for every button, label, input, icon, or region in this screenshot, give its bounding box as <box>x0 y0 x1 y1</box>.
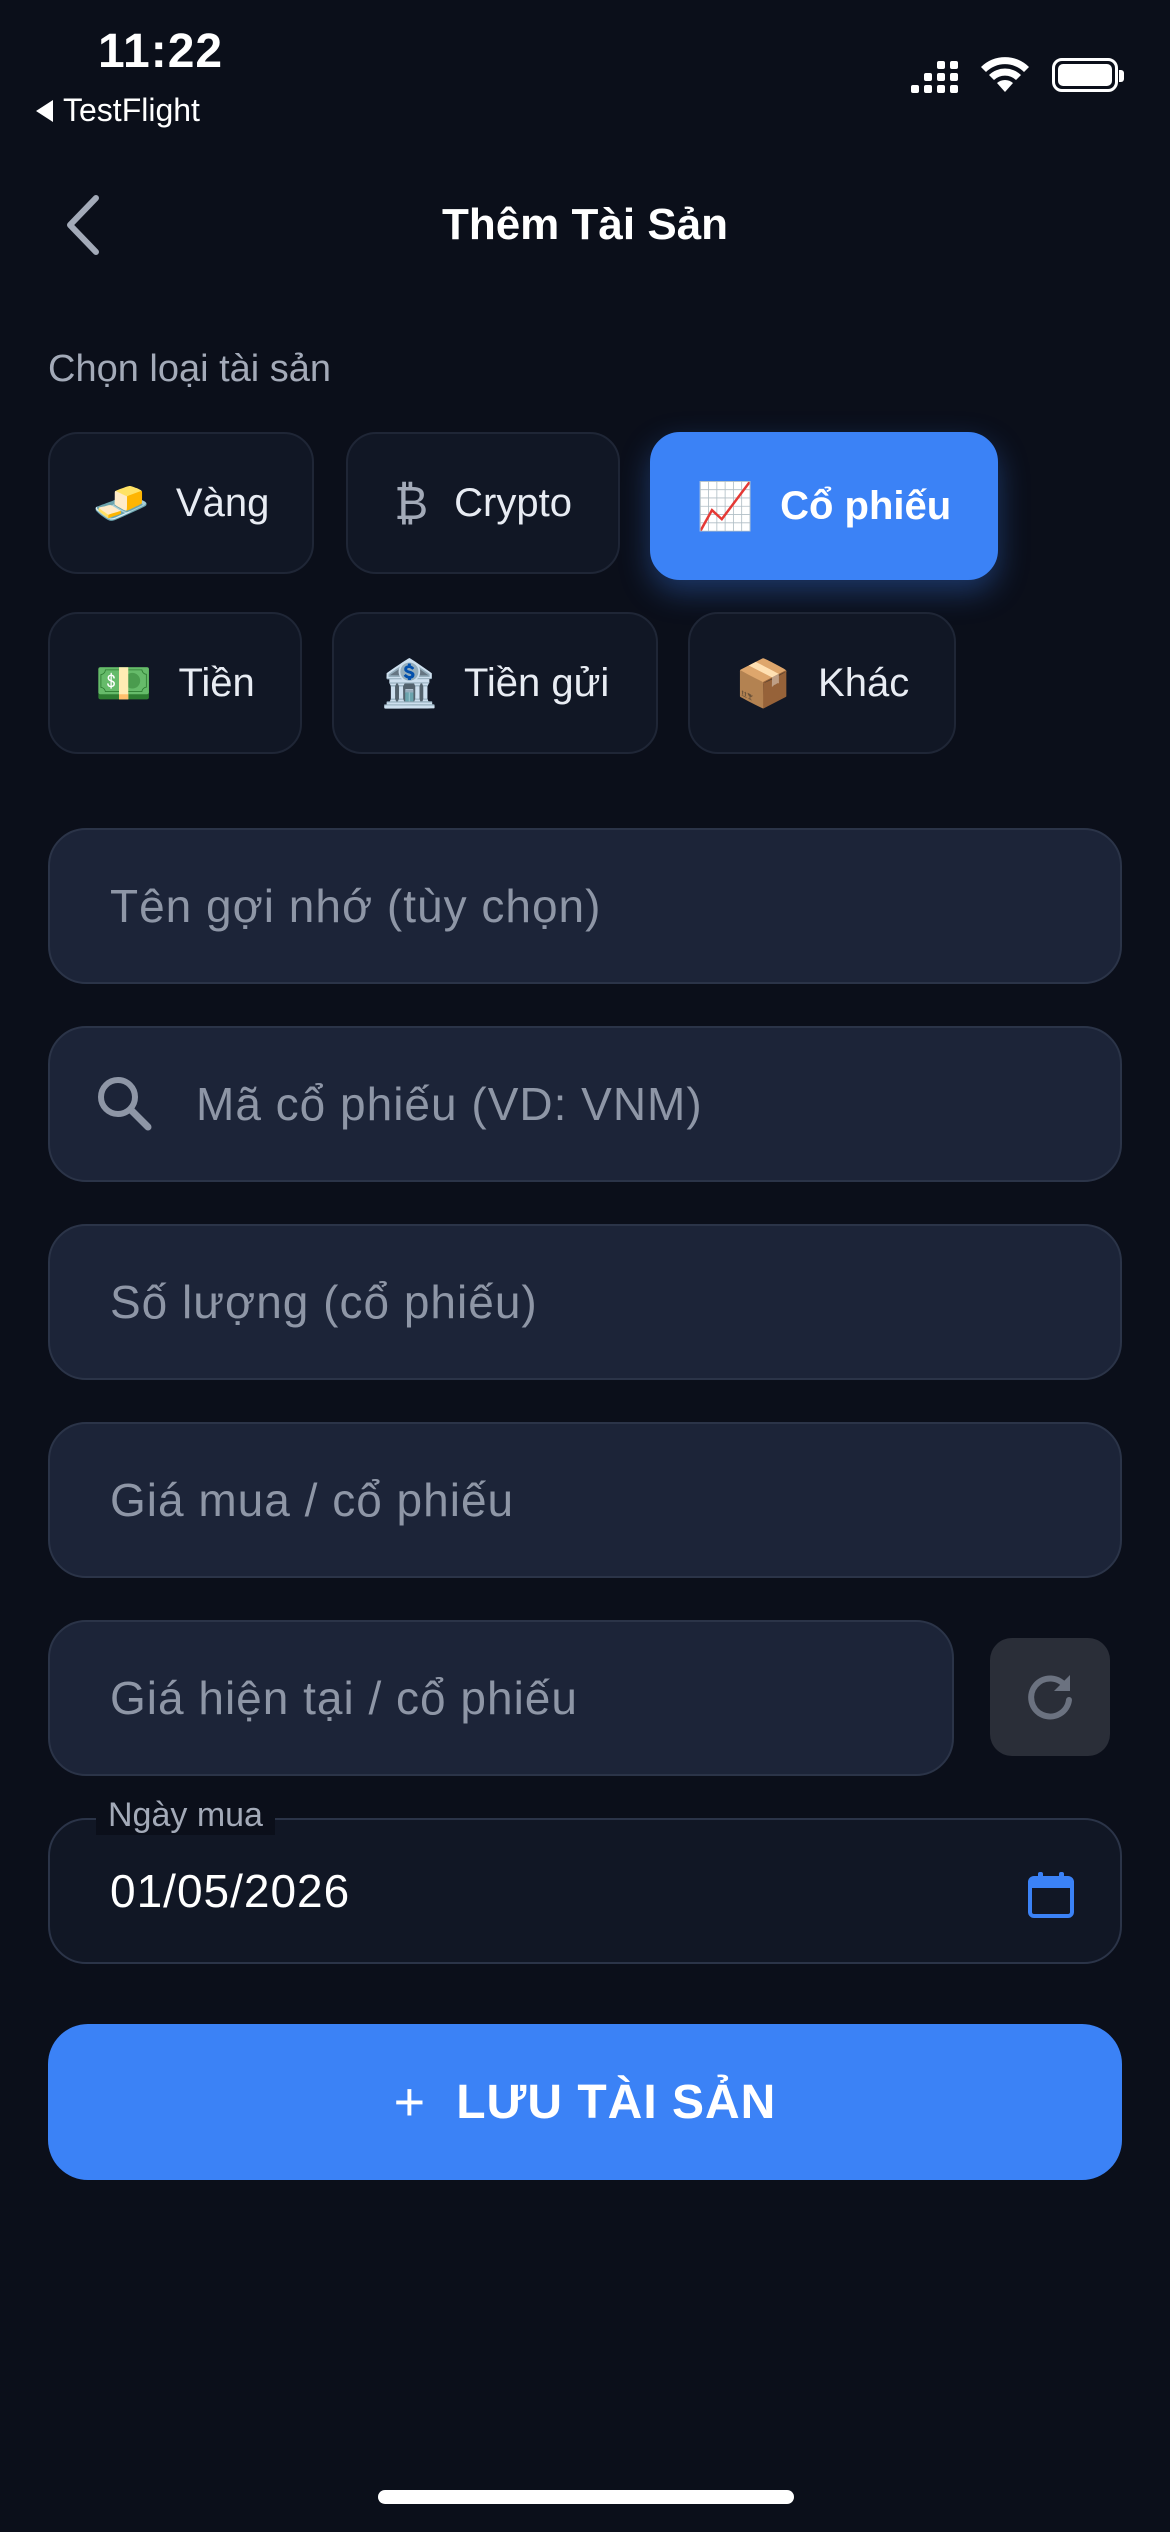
asset-type-label-gold: Vàng <box>175 480 270 525</box>
plus-icon: + <box>393 2072 427 2132</box>
asset-type-label-cash: Tiền <box>178 660 255 705</box>
asset-type-stock[interactable]: 📈 Cổ phiếu <box>650 432 998 580</box>
ticker-search-input[interactable]: Mã cổ phiếu (VD: VNM) <box>48 1026 1122 1182</box>
nickname-input[interactable]: Tên gợi nhớ (tùy chọn) <box>48 828 1122 984</box>
back-triangle-icon <box>36 99 53 122</box>
battery-icon <box>1052 58 1124 92</box>
asset-type-deposit[interactable]: 🏦 Tiền gửi <box>332 612 658 754</box>
purchase-date-value: 01/05/2026 <box>110 1865 351 1917</box>
cellular-signal-icon <box>911 57 958 93</box>
package-icon: 📦 <box>734 657 793 709</box>
buy-price-placeholder: Giá mua / cổ phiếu <box>110 1474 515 1526</box>
chart-increasing-icon: 📈 <box>696 480 755 532</box>
quantity-input[interactable]: Số lượng (cổ phiếu) <box>48 1224 1122 1380</box>
refresh-icon <box>1028 1675 1072 1720</box>
asset-type-crypto[interactable]: ₿ Crypto <box>346 432 620 574</box>
asset-type-gold[interactable]: 🧈 Vàng <box>48 432 314 574</box>
purchase-date-field[interactable]: 01/05/2026 <box>48 1818 1122 1964</box>
back-app-label: TestFlight <box>63 92 200 128</box>
asset-type-label-deposit: Tiền gửi <box>463 660 610 705</box>
back-to-app-link[interactable]: TestFlight <box>36 92 200 129</box>
asset-type-other[interactable]: 📦 Khác <box>688 612 956 754</box>
asset-type-cash[interactable]: 💵 Tiền <box>48 612 302 754</box>
status-time: 11:22 <box>98 25 224 78</box>
page-title: Thêm Tài Sản <box>441 200 729 249</box>
search-icon <box>98 1077 152 1131</box>
current-price-input[interactable]: Giá hiện tại / cổ phiếu <box>48 1620 954 1776</box>
refresh-price-button[interactable] <box>990 1638 1110 1756</box>
buy-price-input[interactable]: Giá mua / cổ phiếu <box>48 1422 1122 1578</box>
purchase-date-label: Ngày mua <box>96 1796 275 1835</box>
save-asset-label: LƯU TÀI SẢN <box>456 2075 777 2129</box>
money-icon: 💵 <box>95 657 153 709</box>
asset-type-label-stock: Cổ phiếu <box>780 483 952 528</box>
current-price-placeholder: Giá hiện tại / cổ phiếu <box>110 1672 578 1724</box>
nickname-placeholder: Tên gợi nhớ (tùy chọn) <box>110 880 602 932</box>
gold-bars-icon: 🧈 <box>92 477 150 529</box>
wifi-icon <box>981 57 1029 92</box>
asset-type-label-other: Khác <box>818 660 910 705</box>
save-asset-button[interactable]: + LƯU TÀI SẢN <box>48 2024 1122 2180</box>
bank-icon: 🏦 <box>380 657 438 709</box>
quantity-placeholder: Số lượng (cổ phiếu) <box>110 1276 538 1328</box>
asset-type-label: Chọn loại tài sản <box>48 348 332 390</box>
home-indicator[interactable] <box>378 2490 794 2504</box>
ticker-placeholder: Mã cổ phiếu (VD: VNM) <box>196 1078 703 1130</box>
asset-type-label-crypto: Crypto <box>454 480 572 525</box>
calendar-icon[interactable] <box>1026 1870 1076 1920</box>
bitcoin-icon: ₿ <box>394 477 429 529</box>
status-indicators <box>911 56 1124 94</box>
